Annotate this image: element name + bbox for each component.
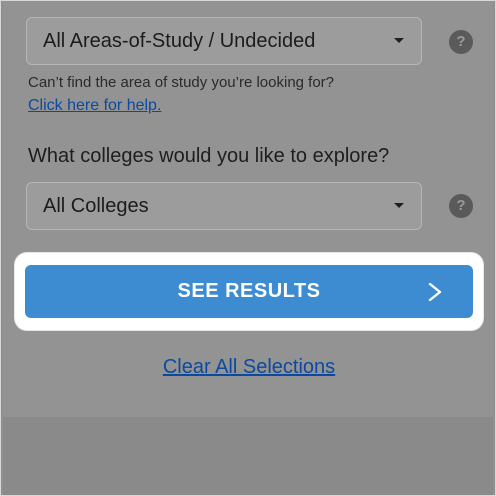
help-question-icon[interactable]: ?: [449, 30, 473, 54]
chevron-right-icon: [428, 283, 442, 301]
clear-all-selections-link[interactable]: Clear All Selections: [1, 356, 496, 379]
filter-panel: All Areas-of-Study / Undecided ? Can’t f…: [3, 1, 493, 417]
colleges-value: All Colleges: [43, 194, 149, 217]
area-of-study-value: All Areas-of-Study / Undecided: [43, 29, 316, 52]
chevron-down-icon: [394, 38, 404, 43]
see-results-label: SEE RESULTS: [177, 280, 321, 302]
colleges-question-label: What colleges would you like to explore?: [28, 145, 390, 167]
chevron-down-icon: [394, 203, 404, 208]
area-of-study-select[interactable]: All Areas-of-Study / Undecided: [26, 17, 422, 65]
help-link[interactable]: Click here for help.: [28, 97, 161, 115]
area-of-study-hint: Can’t find the area of study you’re look…: [28, 74, 335, 91]
footer-strip: [3, 417, 493, 495]
colleges-select[interactable]: All Colleges: [26, 182, 422, 230]
see-results-button[interactable]: SEE RESULTS: [25, 265, 473, 318]
help-question-icon[interactable]: ?: [449, 194, 473, 218]
page-frame: All Areas-of-Study / Undecided ? Can’t f…: [0, 0, 496, 496]
